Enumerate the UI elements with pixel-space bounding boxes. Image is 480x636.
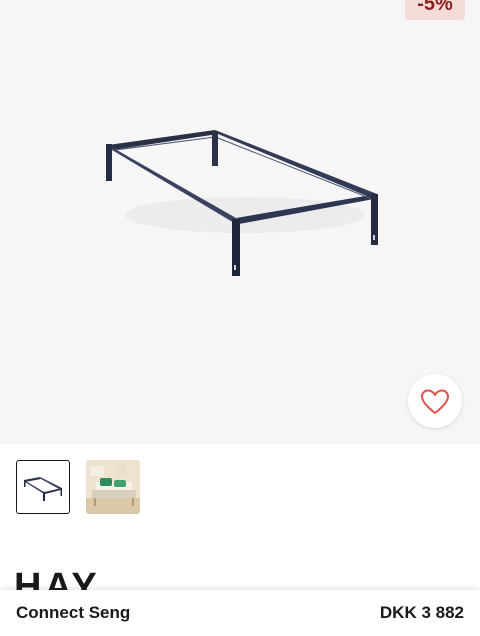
bed-frame-image: [106, 130, 378, 276]
product-footer-bar: Connect Seng DKK 3 882: [0, 590, 480, 636]
discount-badge: -5%: [405, 0, 465, 20]
thumbnail-bedroom-scene[interactable]: [86, 460, 140, 514]
thumbnail-strip: [16, 460, 140, 514]
heart-outline-icon: [421, 389, 449, 414]
discount-badge-label: -5%: [417, 0, 453, 15]
bed-frame-thumbnail-image: [24, 477, 62, 501]
bedroom-scene-thumbnail-image: [86, 460, 140, 514]
thumbnail-bed-frame[interactable]: [16, 460, 70, 514]
product-price: DKK 3 882: [379, 603, 464, 622]
favorite-button[interactable]: [408, 374, 462, 428]
product-image-area[interactable]: -5%: [0, 0, 480, 444]
product-name: Connect Seng: [16, 603, 131, 622]
